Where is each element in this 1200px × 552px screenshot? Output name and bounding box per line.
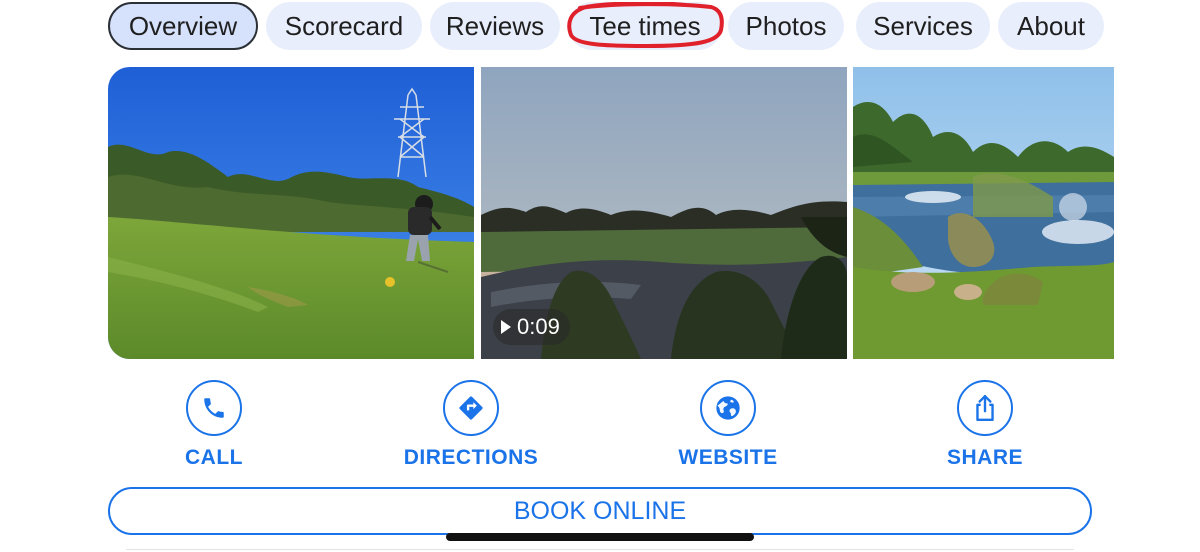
directions-button[interactable]: DIRECTIONS xyxy=(376,380,566,470)
call-circle[interactable] xyxy=(186,380,242,436)
tab-bar: Overview Scorecard Reviews Tee times Pho… xyxy=(108,2,1200,52)
share-button[interactable]: SHARE xyxy=(890,380,1080,470)
video-duration-badge: 0:09 xyxy=(493,309,570,345)
directions-icon xyxy=(459,396,483,420)
book-online-button[interactable]: BOOK ONLINE xyxy=(108,487,1092,535)
tab-scorecard[interactable]: Scorecard xyxy=(266,2,422,50)
website-label: WEBSITE xyxy=(678,446,778,469)
photo-golfer-fairway[interactable] xyxy=(108,67,474,359)
tab-about[interactable]: About xyxy=(998,2,1104,50)
place-details-page: Overview Scorecard Reviews Tee times Pho… xyxy=(0,0,1200,552)
photo-strip[interactable]: 0:09 xyxy=(108,67,1114,359)
action-bar: CALL DIRECTIONS WEBSITE SHARE xyxy=(0,380,1200,475)
divider xyxy=(126,549,1074,550)
video-duration: 0:09 xyxy=(517,314,560,339)
website-button[interactable]: WEBSITE xyxy=(633,380,823,470)
call-button[interactable]: CALL xyxy=(119,380,309,470)
directions-label: DIRECTIONS xyxy=(403,446,539,469)
share-icon xyxy=(976,394,994,422)
share-label: SHARE xyxy=(946,446,1023,469)
call-label: CALL xyxy=(185,446,243,469)
photo-image xyxy=(108,67,474,359)
photo-image xyxy=(853,67,1114,359)
tab-overview[interactable]: Overview xyxy=(108,2,258,50)
share-circle[interactable] xyxy=(957,380,1013,436)
play-icon xyxy=(501,320,511,334)
tab-tee-times[interactable]: Tee times xyxy=(568,2,722,50)
home-indicator[interactable] xyxy=(446,533,754,541)
globe-icon xyxy=(716,396,740,420)
photo-pond-fountains[interactable] xyxy=(853,67,1114,359)
video-sunset-pond[interactable]: 0:09 xyxy=(481,67,847,359)
phone-icon xyxy=(204,398,224,418)
website-circle[interactable] xyxy=(700,380,756,436)
tab-reviews[interactable]: Reviews xyxy=(430,2,560,50)
tab-photos[interactable]: Photos xyxy=(728,2,844,50)
tab-services[interactable]: Services xyxy=(856,2,990,50)
directions-circle[interactable] xyxy=(443,380,499,436)
